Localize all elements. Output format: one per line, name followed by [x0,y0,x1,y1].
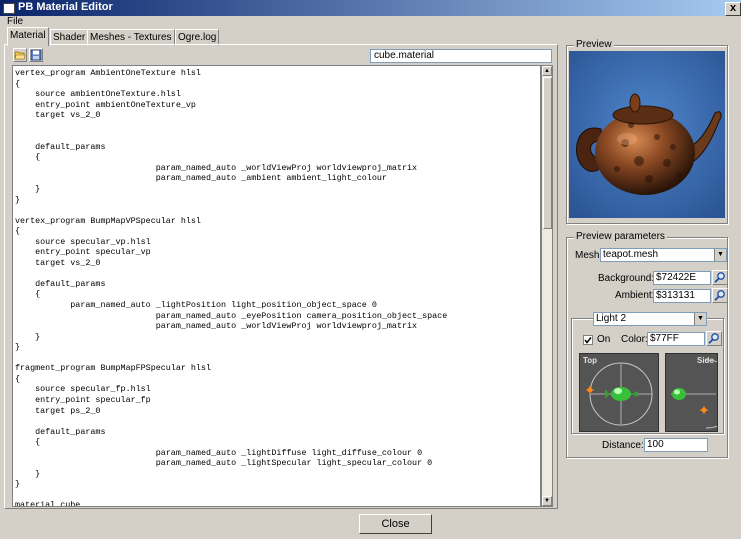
save-disk-icon [30,49,42,61]
editor-vertical-scrollbar[interactable]: ▲ ▼ [541,65,553,507]
open-file-button[interactable] [13,48,27,62]
ambient-label: Ambient: [615,290,655,301]
scroll-up-arrow-icon[interactable]: ▲ [542,66,552,76]
light-color-field[interactable]: $77FF [647,332,705,346]
material-code-text: vertex_program AmbientOneTexture hlsl { … [15,68,448,507]
save-file-button[interactable] [29,48,43,62]
light-select-value: Light 2 [596,313,627,324]
menu-bar [0,16,741,28]
ambient-color-field[interactable]: $313131 [653,289,711,303]
light-color-pick-button[interactable] [706,331,722,346]
scroll-down-arrow-icon[interactable]: ▼ [542,496,552,506]
preview-parameters-label: Preview parameters [574,231,667,242]
background-color-field[interactable]: $72422E [653,271,711,285]
teapot-lid-knob [629,93,641,113]
window-title: PB Material Editor [18,1,113,13]
checkmark-icon [584,337,592,344]
background-label: Background: [598,273,655,284]
title-bar: PB Material Editor x [0,0,741,16]
chevron-down-icon: ▼ [714,249,726,261]
material-filename-field[interactable]: cube.material [370,49,552,63]
chevron-down-icon: ▼ [694,313,706,325]
mesh-select[interactable]: teapot.mesh ▼ [600,248,727,262]
light-on-label: On [597,334,611,345]
tab-material[interactable]: Material [7,27,49,46]
magnifier-icon [714,290,725,301]
light-color-label: Color: [621,334,648,345]
teapot-preview-image [569,51,725,218]
light-side-view-gizmo[interactable]: Side [665,353,718,432]
preview-viewport[interactable] [569,51,725,218]
teapot-lid [612,105,674,125]
app-icon [3,3,15,14]
light-select[interactable]: Light 2 ▼ [593,312,707,326]
light-on-checkbox[interactable] [583,335,593,345]
close-button[interactable]: Close [359,514,432,534]
menu-file[interactable]: File [7,16,23,27]
light-top-view-diagram [586,362,653,426]
mesh-label: Mesh: [575,250,603,261]
material-code-editor[interactable]: vertex_program AmbientOneTexture hlsl { … [12,65,541,507]
scroll-thumb[interactable] [543,77,552,229]
distance-field[interactable]: 100 [644,438,708,452]
teapot-specular-highlight [617,133,637,145]
magnifier-icon [708,333,719,344]
light-top-view-gizmo[interactable]: Top [579,353,659,432]
magnifier-icon [714,272,725,283]
window-close-button[interactable]: x [725,2,741,16]
distance-label: Distance: [602,440,644,451]
ambient-pick-button[interactable] [712,288,728,303]
background-pick-button[interactable] [712,270,728,285]
light-side-view-diagram [671,359,717,429]
mesh-select-value: teapot.mesh [603,249,659,260]
preview-group-label: Preview [574,39,614,50]
open-folder-icon [14,51,26,60]
